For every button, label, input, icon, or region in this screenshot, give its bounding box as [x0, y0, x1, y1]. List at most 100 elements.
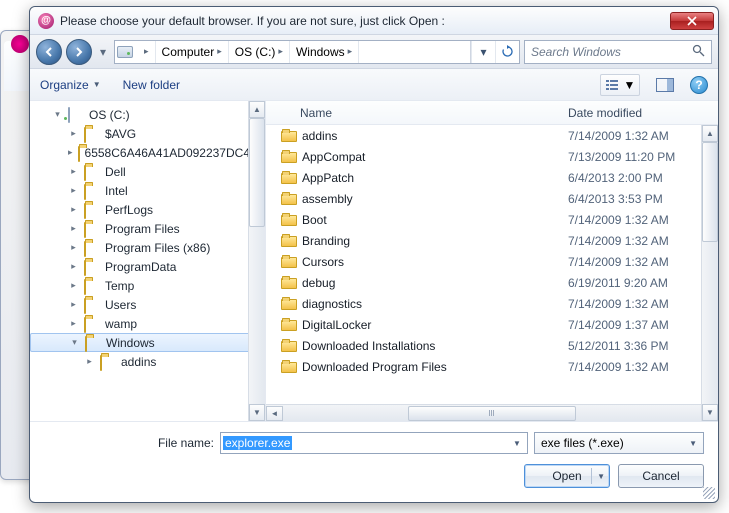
- list-item[interactable]: Downloaded Program Files7/14/2009 1:32 A…: [266, 356, 718, 377]
- help-button[interactable]: ?: [690, 76, 708, 94]
- file-name: assembly: [302, 192, 568, 206]
- list-hscrollbar[interactable]: ◄ ►: [266, 404, 718, 421]
- open-dropdown-icon[interactable]: ▼: [591, 468, 605, 484]
- file-date: 7/14/2009 1:32 AM: [568, 129, 718, 143]
- file-name: diagnostics: [302, 297, 568, 311]
- address-dropdown[interactable]: ▾: [471, 41, 495, 63]
- twisty-icon[interactable]: ▸: [68, 147, 73, 158]
- crumb-computer[interactable]: Computer▸: [156, 41, 229, 63]
- tree-item[interactable]: ▾ OS (C:): [30, 105, 265, 124]
- forward-button[interactable]: [66, 39, 92, 65]
- column-name[interactable]: Name: [266, 106, 568, 120]
- tree-item[interactable]: ▸ Dell: [30, 162, 265, 181]
- file-filter-select[interactable]: exe files (*.exe)▼: [534, 432, 704, 454]
- arrow-left-icon: [43, 46, 55, 58]
- list-item[interactable]: AppCompat7/13/2009 11:20 PM: [266, 146, 718, 167]
- twisty-icon[interactable]: ▸: [84, 356, 95, 367]
- twisty-icon[interactable]: ▸: [68, 185, 79, 196]
- twisty-icon[interactable]: ▸: [68, 166, 79, 177]
- filename-dropdown-icon[interactable]: ▼: [509, 439, 525, 448]
- tree-item[interactable]: ▸ addins: [30, 352, 265, 371]
- crumb-drive[interactable]: OS (C:)▸: [229, 41, 290, 63]
- list-item[interactable]: assembly6/4/2013 3:53 PM: [266, 188, 718, 209]
- folder-icon: [84, 241, 100, 254]
- scroll-down-icon[interactable]: ▼: [249, 404, 265, 421]
- file-date: 7/14/2009 1:37 AM: [568, 318, 718, 332]
- tree-item[interactable]: ▸Temp: [30, 276, 265, 295]
- scroll-left-icon[interactable]: ◄: [266, 406, 283, 421]
- list-item[interactable]: DigitalLocker7/14/2009 1:37 AM: [266, 314, 718, 335]
- twisty-icon[interactable]: ▸: [68, 204, 79, 215]
- views-button[interactable]: ▼: [600, 74, 640, 96]
- search-input[interactable]: Search Windows: [524, 40, 712, 64]
- tree-item[interactable]: ▾Windows: [30, 333, 265, 352]
- twisty-icon[interactable]: ▸: [68, 242, 79, 253]
- list-item[interactable]: Branding7/14/2009 1:32 AM: [266, 230, 718, 251]
- twisty-icon[interactable]: ▸: [68, 128, 79, 139]
- refresh-button[interactable]: [495, 41, 519, 63]
- folder-tree[interactable]: ▾ OS (C:) ▸ $AVG ▸6558C6A46A41AD092237DC4016…: [30, 101, 266, 421]
- twisty-icon[interactable]: ▾: [52, 109, 63, 120]
- tree-item-label: addins: [121, 355, 156, 369]
- file-name: Downloaded Installations: [302, 339, 568, 353]
- list-item[interactable]: Boot7/14/2009 1:32 AM: [266, 209, 718, 230]
- tree-item[interactable]: ▸Program Files (x86): [30, 238, 265, 257]
- history-dropdown[interactable]: ▾: [96, 45, 110, 59]
- folder-icon: [84, 317, 100, 330]
- file-date: 7/14/2009 1:32 AM: [568, 213, 718, 227]
- list-item[interactable]: Downloaded Installations5/12/2011 3:36 P…: [266, 335, 718, 356]
- tree-item[interactable]: ▸PerfLogs: [30, 200, 265, 219]
- tree-item[interactable]: ▸ $AVG: [30, 124, 265, 143]
- organize-menu[interactable]: Organize▼: [40, 78, 101, 92]
- folder-icon: [280, 172, 298, 183]
- scroll-down-icon[interactable]: ▼: [702, 404, 718, 421]
- tree-item[interactable]: ▸ProgramData: [30, 257, 265, 276]
- close-button[interactable]: [670, 12, 714, 30]
- tree-item[interactable]: ▸wamp: [30, 314, 265, 333]
- resize-grip[interactable]: [703, 487, 715, 499]
- scroll-up-icon[interactable]: ▲: [249, 101, 265, 118]
- scroll-thumb[interactable]: [702, 142, 718, 242]
- arrow-right-icon: [73, 46, 85, 58]
- tree-item[interactable]: ▸Intel: [30, 181, 265, 200]
- twisty-icon[interactable]: ▸: [68, 223, 79, 234]
- column-headers[interactable]: Name Date modified: [266, 101, 718, 125]
- scroll-up-icon[interactable]: ▲: [702, 125, 718, 142]
- list-item[interactable]: addins7/14/2009 1:32 AM: [266, 125, 718, 146]
- tree-item[interactable]: ▸6558C6A46A41AD092237DC4016: [30, 143, 265, 162]
- tree-item-label: $AVG: [105, 127, 136, 141]
- crumb-root[interactable]: ▸: [135, 41, 156, 63]
- twisty-icon[interactable]: ▸: [68, 261, 79, 272]
- twisty-icon[interactable]: ▸: [68, 280, 79, 291]
- tree-item-label: OS (C:): [89, 108, 130, 122]
- list-item[interactable]: Cursors7/14/2009 1:32 AM: [266, 251, 718, 272]
- tree-item-label: Dell: [105, 165, 126, 179]
- folder-icon: [280, 151, 298, 162]
- crumb-folder[interactable]: Windows▸: [290, 41, 359, 63]
- folder-icon: [280, 361, 298, 372]
- folder-icon: [280, 319, 298, 330]
- tree-item[interactable]: ▸Users: [30, 295, 265, 314]
- list-item[interactable]: diagnostics7/14/2009 1:32 AM: [266, 293, 718, 314]
- address-bar[interactable]: ▸ Computer▸ OS (C:)▸ Windows▸ ▾: [114, 40, 520, 64]
- filename-label: File name:: [44, 436, 214, 450]
- tree-scrollbar[interactable]: ▲ ▼: [248, 101, 265, 421]
- twisty-icon[interactable]: ▸: [68, 299, 79, 310]
- twisty-icon[interactable]: ▾: [69, 337, 80, 348]
- scroll-thumb[interactable]: [249, 118, 265, 227]
- preview-pane-button[interactable]: [650, 74, 680, 96]
- twisty-icon[interactable]: ▸: [68, 318, 79, 329]
- list-vscrollbar[interactable]: ▲ ▼: [701, 125, 718, 421]
- nav-bar: ▾ ▸ Computer▸ OS (C:)▸ Windows▸ ▾ Search…: [30, 35, 718, 69]
- scroll-thumb[interactable]: [408, 406, 575, 421]
- tree-item[interactable]: ▸Program Files: [30, 219, 265, 238]
- back-button[interactable]: [36, 39, 62, 65]
- new-folder-button[interactable]: New folder: [123, 78, 180, 92]
- list-item[interactable]: debug6/19/2011 9:20 AM: [266, 272, 718, 293]
- folder-icon: [84, 222, 100, 235]
- column-date[interactable]: Date modified: [568, 106, 718, 120]
- filename-input[interactable]: explorer.exe ▼: [220, 432, 528, 454]
- cancel-button[interactable]: Cancel: [618, 464, 704, 488]
- open-button[interactable]: Open▼: [524, 464, 610, 488]
- list-item[interactable]: AppPatch6/4/2013 2:00 PM: [266, 167, 718, 188]
